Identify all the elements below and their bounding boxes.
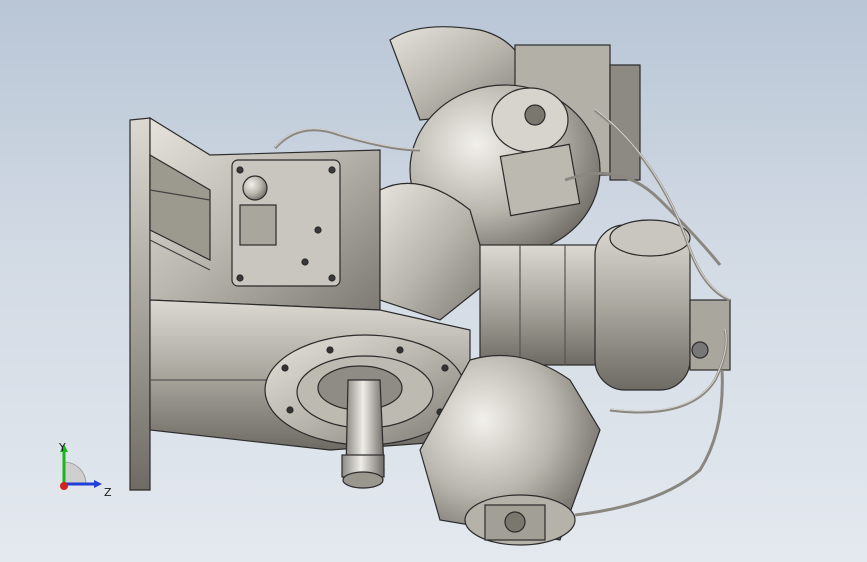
right-motor [594, 219, 731, 391]
output-shaft [341, 379, 385, 489]
axis-triad: Y Z [58, 441, 112, 499]
cad-graphics-viewport[interactable]: Y Z [0, 0, 867, 562]
z-axis-arrow [94, 480, 102, 488]
gearbox-3d-model[interactable] [0, 0, 867, 562]
inspection-cover [231, 159, 341, 287]
x-axis-dot [60, 482, 68, 490]
z-axis-label: Z [104, 486, 112, 499]
y-axis-label: Y [58, 441, 66, 454]
origin-quarter-disc [63, 461, 87, 485]
